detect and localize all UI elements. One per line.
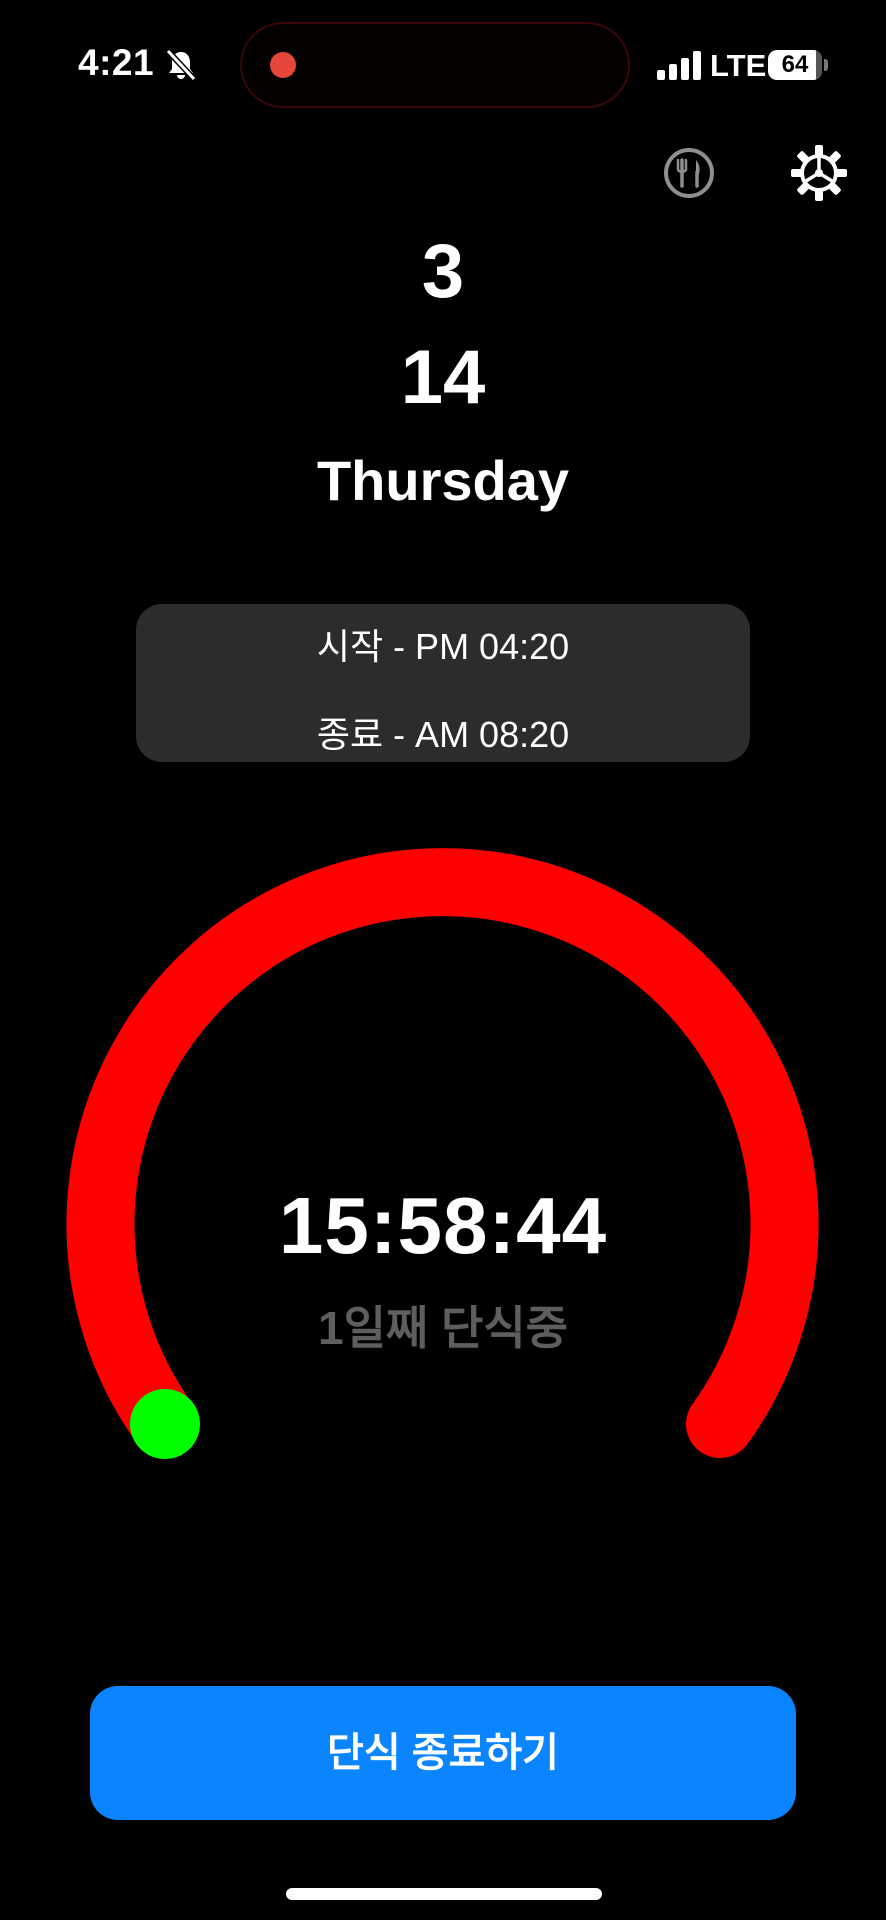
mute-bell-icon [165,48,197,82]
network-label: LTE [710,48,767,83]
date-day: 14 [400,335,486,420]
recording-indicator [270,52,296,78]
fork-knife-icon[interactable] [662,146,716,200]
home-indicator[interactable] [286,1888,602,1900]
status-time: 4:21 [78,42,155,83]
fast-end-time: 종료 - AM 08:20 [316,714,570,755]
schedule-card: 시작 - PM 04:20 종료 - AM 08:20 [136,604,750,762]
dynamic-island [240,22,630,108]
date-month: 3 [421,229,465,314]
fast-start-time: 시작 - PM 04:20 [316,626,570,667]
end-fasting-button[interactable]: 단식 종료하기 [90,1686,796,1820]
fasting-day-status: 1일째 단식중 [318,1302,568,1354]
gear-icon[interactable] [790,144,848,202]
battery-icon: 64 [768,50,822,80]
battery-empty-segment [816,50,822,80]
progress-marker [130,1389,200,1459]
date-weekday: Thursday [316,449,570,512]
battery-cap [824,59,828,71]
signal-icon [657,51,701,80]
battery-level: 64 [781,51,809,78]
elapsed-timer: 15:58:44 [278,1181,608,1270]
